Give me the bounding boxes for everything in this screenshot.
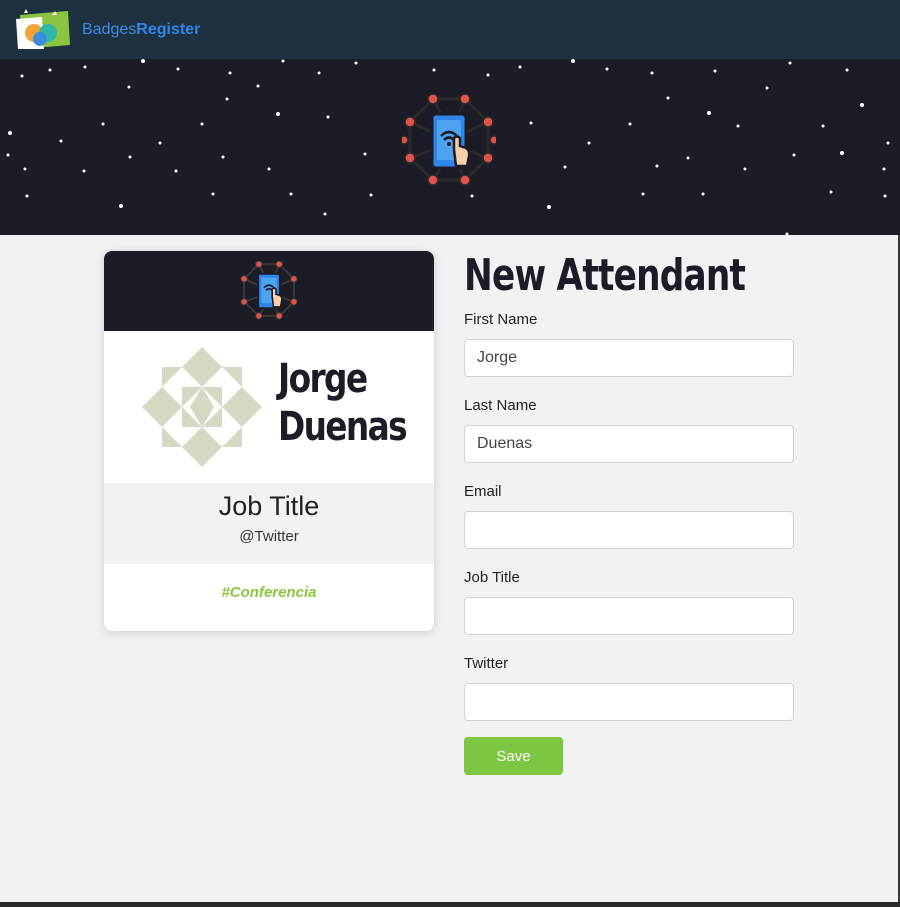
form-title: New Attendant xyxy=(464,250,746,301)
badge-first-name: Jorge xyxy=(278,356,368,402)
last-name-input[interactable] xyxy=(464,425,794,463)
badge-last-name: Duenas xyxy=(278,404,408,450)
twitter-label: Twitter xyxy=(464,655,509,672)
twitter-input[interactable] xyxy=(464,683,794,721)
badge-twitter: @Twitter xyxy=(239,528,299,545)
connected-phone-icon xyxy=(240,261,298,320)
first-name-label: First Name xyxy=(464,311,538,328)
badge-name-section: Jorge Duenas xyxy=(104,331,434,483)
job-title-label: Job Title xyxy=(464,569,520,586)
badge-footer: #Conferencia xyxy=(104,564,434,602)
brand-name: BadgesRegister xyxy=(82,20,201,38)
first-name-input[interactable] xyxy=(464,339,794,377)
badge-info-section: Job Title @Twitter xyxy=(104,483,434,564)
bottom-strip xyxy=(0,902,900,907)
badge-job-title: Job Title xyxy=(218,491,320,521)
badges-register-logo-icon xyxy=(16,8,70,49)
last-name-label: Last Name xyxy=(464,397,537,414)
identicon-avatar-icon xyxy=(142,347,262,467)
navbar: BadgesRegister xyxy=(0,0,900,59)
email-input[interactable] xyxy=(464,511,794,549)
brand-link[interactable]: BadgesRegister xyxy=(14,8,201,51)
save-button[interactable]: Save xyxy=(464,737,563,775)
badge-header xyxy=(104,251,434,331)
connected-phone-icon xyxy=(402,94,496,186)
hero-banner xyxy=(0,59,900,235)
badge-hashtag: #Conferencia xyxy=(221,584,317,601)
badge-full-name: Jorge Duenas xyxy=(278,355,408,451)
email-label: Email xyxy=(464,483,502,500)
job-title-input[interactable] xyxy=(464,597,794,635)
badge-preview: Jorge Duenas Job Title @Twitter #Confere… xyxy=(104,251,434,631)
